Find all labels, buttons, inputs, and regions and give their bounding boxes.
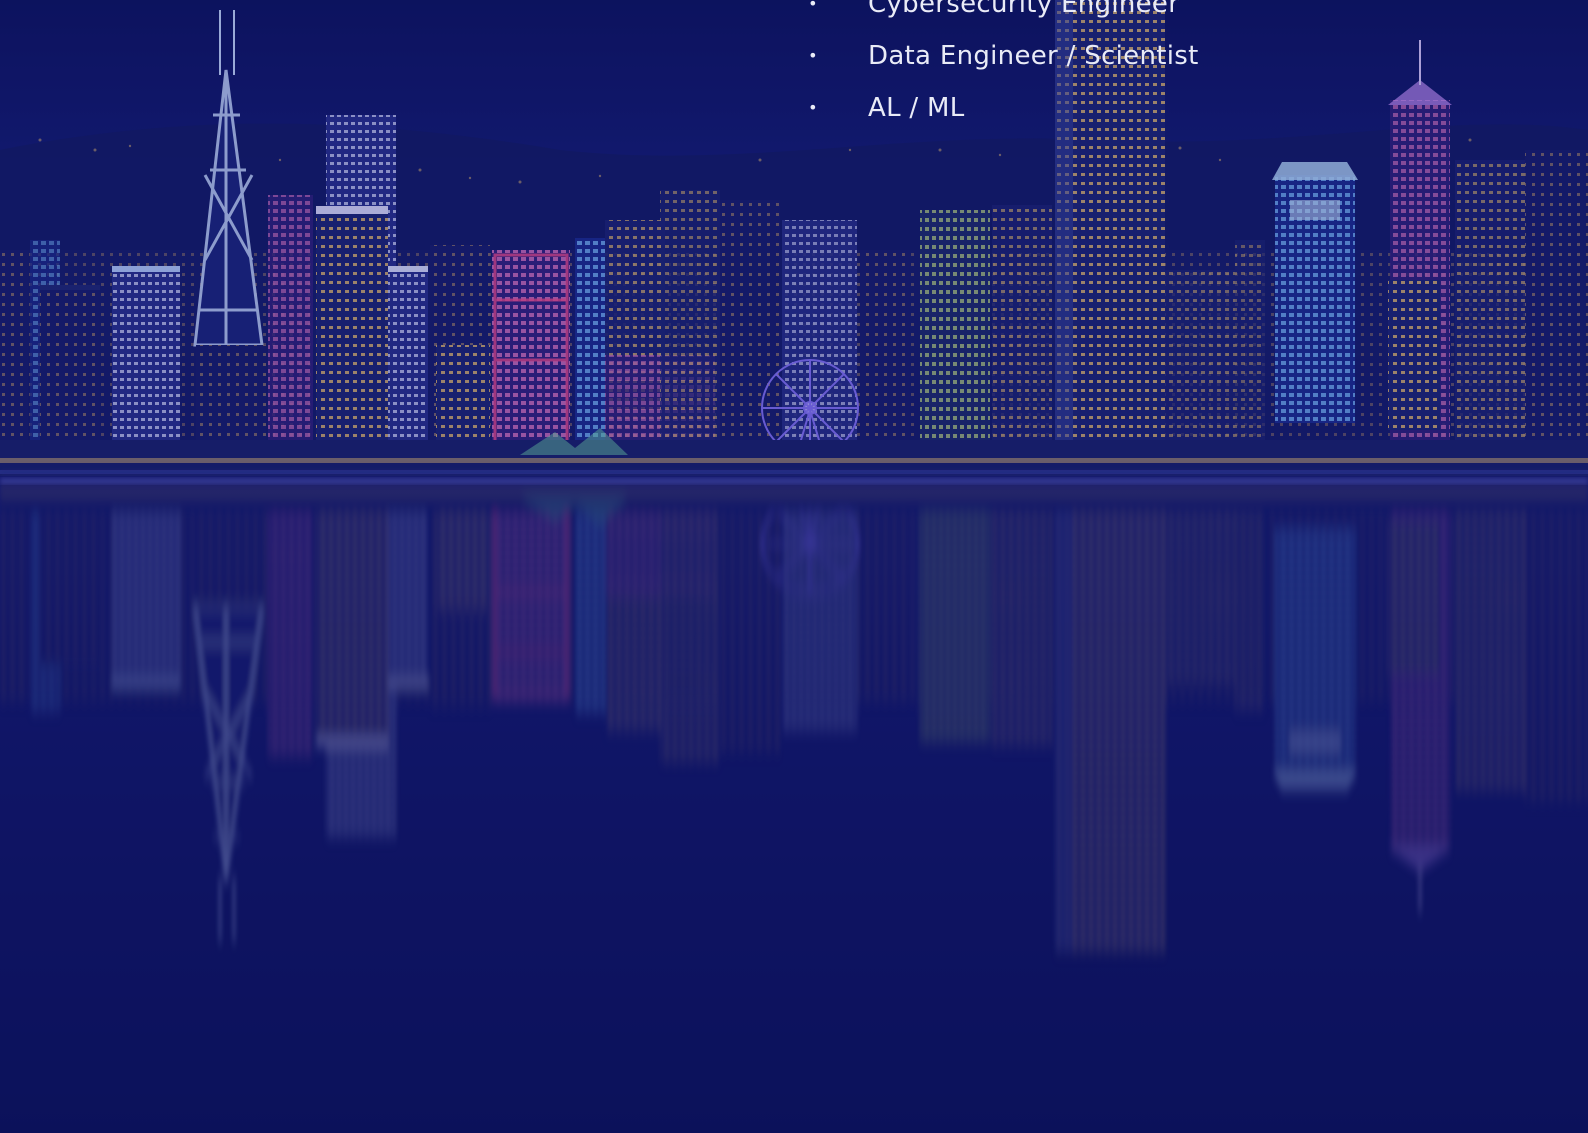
role-label: AL / ML xyxy=(868,93,965,123)
role-item-cybersecurity: • Cybersecurity Engineer xyxy=(806,0,1199,30)
role-label: Data Engineer / Scientist xyxy=(868,41,1199,71)
hong-kong-skyline-background xyxy=(0,0,1588,1133)
slide-canvas: • Cybersecurity Engineer • Data Engineer… xyxy=(0,0,1588,1133)
role-bullet-list: • Cybersecurity Engineer • Data Engineer… xyxy=(806,0,1199,134)
role-label: Cybersecurity Engineer xyxy=(868,0,1180,19)
role-item-ai-ml: • AL / ML xyxy=(806,82,1199,134)
bullet-icon: • xyxy=(808,46,818,65)
role-item-data-engineer: • Data Engineer / Scientist xyxy=(806,30,1199,82)
bullet-icon: • xyxy=(808,0,818,13)
bullet-icon: • xyxy=(808,98,818,117)
